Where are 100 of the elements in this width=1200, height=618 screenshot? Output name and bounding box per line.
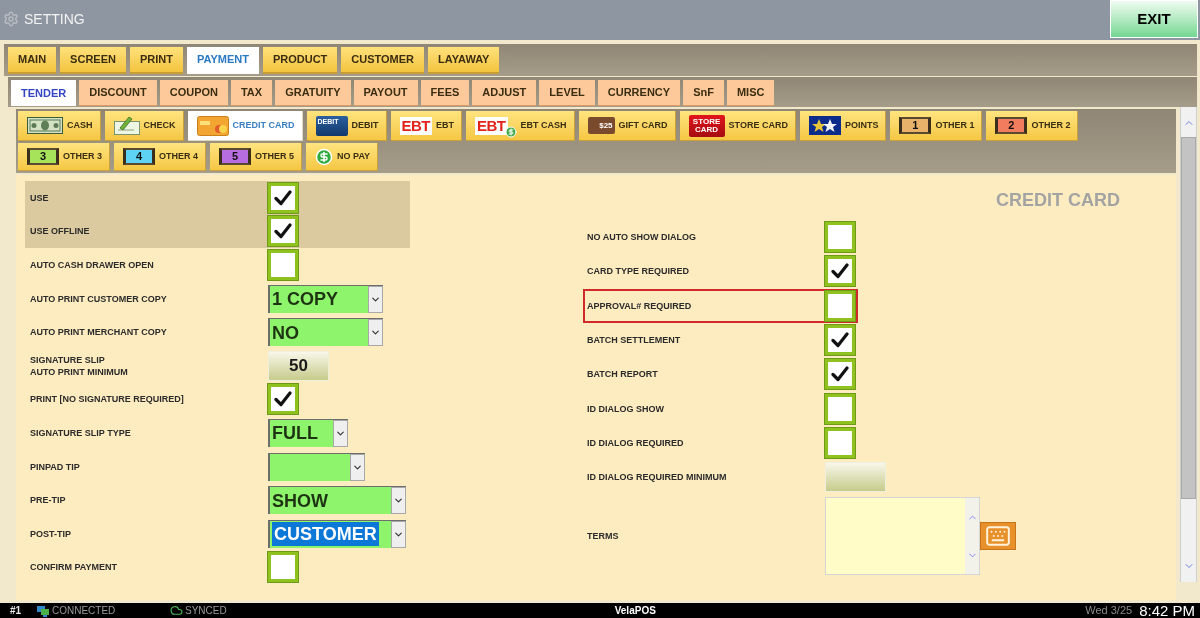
sync-status: SYNCED: [185, 605, 227, 616]
setting-label: SIGNATURE SLIP TYPE: [29, 426, 132, 439]
setting-label: PINPAD TIP: [29, 460, 81, 473]
dropdown[interactable]: SHOW: [268, 486, 406, 515]
payment-type-tab[interactable]: 5 OTHER 5: [210, 143, 303, 171]
dropdown[interactable]: 1 COPY: [268, 284, 383, 313]
chevron-down-icon: [333, 419, 348, 447]
dollar-bill-icon: [27, 117, 63, 134]
setting-label: CONFIRM PAYMENT: [29, 561, 118, 574]
payment-type-tab[interactable]: 4 OTHER 4: [114, 143, 207, 171]
computer-icon: [37, 604, 49, 617]
connection-status: CONNECTED: [52, 605, 116, 616]
setting-label: BATCH SETTLEMENT: [586, 334, 682, 347]
checkbox[interactable]: [825, 393, 855, 424]
checkbox[interactable]: [268, 250, 298, 280]
checkbox[interactable]: [825, 427, 855, 458]
sub-tab[interactable]: SnF: [683, 80, 724, 106]
checkmark-icon: [831, 263, 849, 280]
sub-tab[interactable]: GRATUITY: [275, 80, 351, 106]
sub-tab[interactable]: LEVEL: [539, 80, 595, 106]
sub-tab[interactable]: DISCOUNT: [79, 80, 157, 106]
panel-title: CREDIT CARD: [996, 189, 1120, 212]
main-tab[interactable]: LAYAWAY: [428, 47, 500, 74]
payment-type-tab[interactable]: POINTS: [799, 111, 887, 141]
sub-tab[interactable]: TENDER: [11, 80, 77, 106]
sub-tab[interactable]: COUPON: [159, 80, 228, 106]
main-tab[interactable]: SCREEN: [60, 47, 126, 74]
checkbox[interactable]: [825, 290, 855, 321]
setting-label: PRE-TIP: [29, 494, 67, 507]
sub-tab[interactable]: MISC: [726, 80, 775, 106]
credit-card-icon: [196, 115, 229, 136]
status-time: 8:42 PM: [1139, 603, 1195, 618]
chevron-down-icon: [391, 487, 406, 515]
brand-name: VelaPOS: [614, 605, 656, 616]
chevron-down-icon: [350, 453, 365, 481]
setting-label: AUTO CASH DRAWER OPEN: [29, 259, 155, 271]
main-tab[interactable]: CUSTOMER: [341, 47, 425, 74]
main-tab[interactable]: PRINT: [129, 47, 183, 74]
dropdown[interactable]: [268, 452, 365, 481]
scrollbar-thumb[interactable]: [1181, 137, 1196, 499]
dropdown[interactable]: FULL: [268, 418, 348, 447]
stars-icon: [808, 116, 841, 135]
store-card-icon: STORE CARD: [688, 114, 725, 137]
setting-label: USE OFFLINE: [29, 225, 91, 238]
main-tab[interactable]: MAIN: [8, 47, 57, 74]
dropdown[interactable]: NO: [268, 318, 383, 347]
main-tab[interactable]: PRODUCT: [262, 47, 338, 74]
payment-type-tab[interactable]: 3 OTHER 3: [18, 143, 110, 171]
payment-type-tab[interactable]: EBT EBT CASH: [466, 111, 575, 141]
checkmark-icon: [274, 223, 292, 240]
sub-tab[interactable]: FEES: [420, 80, 470, 106]
setting-label: ID DIALOG REQUIRED: [586, 436, 685, 449]
setting-label: BATCH REPORT: [586, 368, 659, 381]
dollar-coin-icon: [504, 125, 517, 138]
checkbox[interactable]: [825, 256, 855, 287]
payment-type-tab[interactable]: 2 OTHER 2: [986, 111, 1079, 141]
checkmark-icon: [274, 189, 292, 206]
setting-label: PRINT [NO SIGNATURE REQUIRED]: [29, 393, 185, 406]
chevron-down-icon: [368, 285, 383, 313]
payment-type-tab[interactable]: STORE CARD STORE CARD: [679, 111, 796, 141]
checkbox[interactable]: [268, 182, 298, 213]
setting-label: APPROVAL# REQUIRED: [586, 299, 693, 312]
payment-type-tab[interactable]: $25 GIFT CARD: [578, 111, 676, 141]
dropdown[interactable]: CUSTOMER: [268, 519, 406, 548]
dollar-coin-icon: [315, 147, 334, 166]
terminal-number: #1: [10, 605, 23, 616]
checkbox[interactable]: [825, 359, 855, 390]
checkbox[interactable]: [825, 222, 855, 253]
checkbox[interactable]: [825, 325, 855, 356]
setting-label: SIGNATURE SLIP AUTO PRINT MINIMUM: [29, 353, 129, 378]
setting-label: AUTO PRINT CUSTOMER COPY: [29, 292, 168, 305]
sub-tab[interactable]: PAYOUT: [353, 80, 418, 106]
sub-tab[interactable]: ADJUST: [472, 80, 537, 106]
window-title: SETTING: [24, 9, 85, 29]
sub-tab[interactable]: CURRENCY: [597, 80, 681, 106]
checkbox[interactable]: [268, 552, 298, 583]
check-paper-icon: [113, 116, 140, 135]
main-tab[interactable]: PAYMENT: [186, 47, 259, 74]
chevron-down-icon: [391, 520, 406, 548]
setting-label: AUTO PRINT MERCHANT COPY: [29, 326, 168, 339]
keyboard-icon[interactable]: [980, 522, 1016, 551]
scrollbar[interactable]: [1180, 107, 1197, 582]
payment-type-tab[interactable]: CREDIT CARD: [187, 111, 303, 141]
ticket-icon: 3: [27, 148, 59, 165]
checkbox[interactable]: [268, 216, 298, 247]
value-button[interactable]: 50: [268, 350, 329, 381]
payment-type-tab[interactable]: NO PAY: [306, 143, 379, 171]
exit-button[interactable]: EXIT: [1110, 0, 1198, 38]
setting-label: POST-TIP: [29, 527, 72, 540]
payment-type-tab[interactable]: 1 OTHER 1: [890, 111, 983, 141]
payment-type-tab[interactable]: EBT EBT: [390, 111, 463, 141]
payment-type-tab[interactable]: CHECK: [104, 111, 184, 141]
cloud-icon: [170, 604, 183, 617]
text-area-field[interactable]: [825, 497, 980, 576]
checkbox[interactable]: [268, 384, 298, 415]
sub-tab[interactable]: TAX: [230, 80, 273, 106]
payment-type-tab[interactable]: CASH: [18, 111, 101, 141]
logo-icon: EBT: [399, 116, 433, 135]
checkmark-icon: [831, 366, 849, 383]
ticket-icon: 4: [123, 148, 155, 165]
